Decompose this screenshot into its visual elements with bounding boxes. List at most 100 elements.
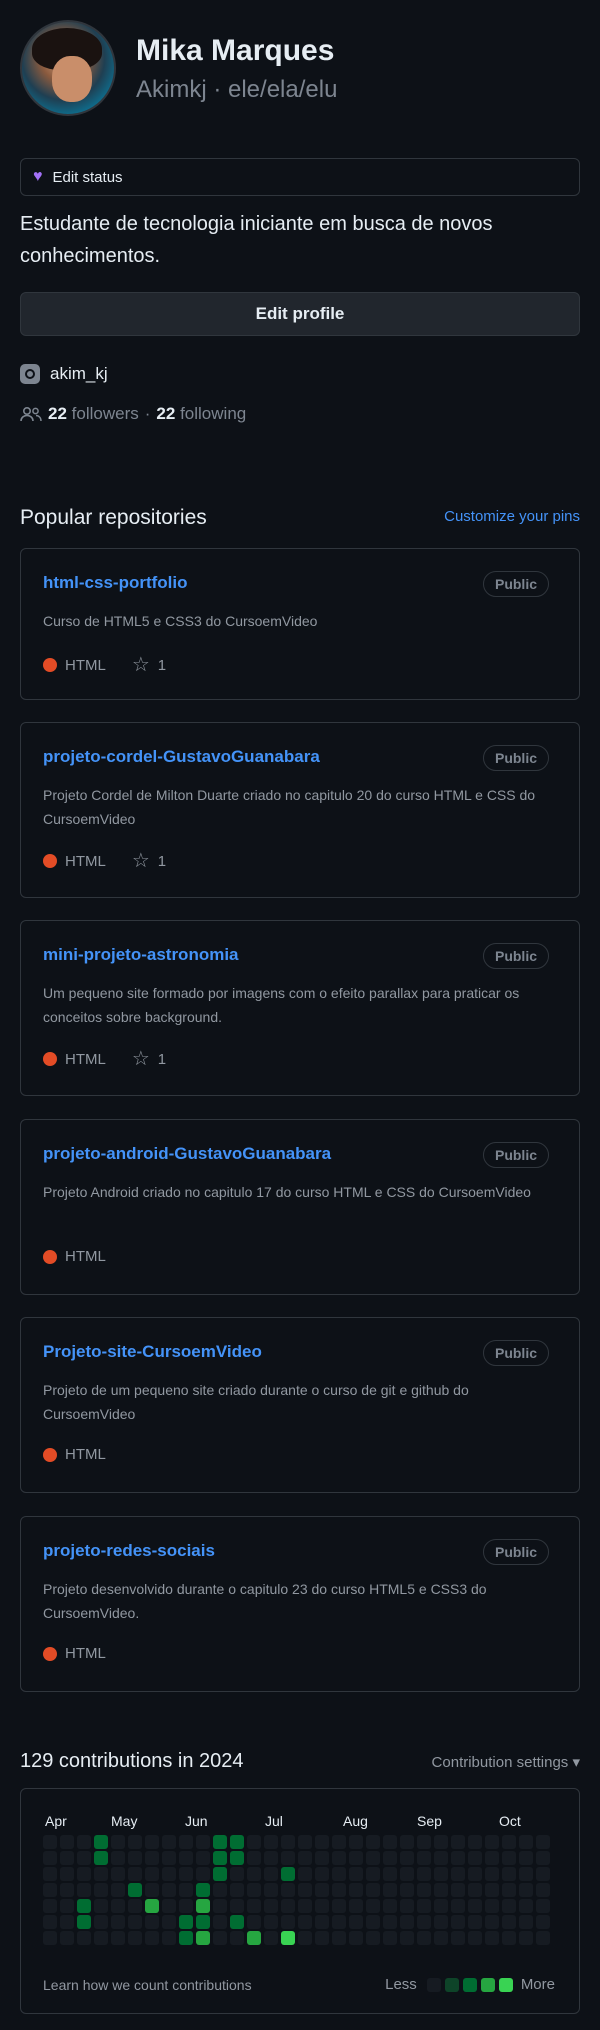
contribution-day[interactable]: [128, 1915, 142, 1929]
contribution-day[interactable]: [519, 1915, 533, 1929]
contribution-day[interactable]: [383, 1867, 397, 1881]
contribution-day[interactable]: [213, 1883, 227, 1897]
contribution-day[interactable]: [502, 1931, 516, 1945]
contribution-day[interactable]: [332, 1835, 346, 1849]
contribution-day[interactable]: [536, 1931, 550, 1945]
contribution-day[interactable]: [366, 1835, 380, 1849]
contribution-day[interactable]: [213, 1851, 227, 1865]
contribution-day[interactable]: [485, 1883, 499, 1897]
contribution-day[interactable]: [366, 1899, 380, 1913]
contribution-day[interactable]: [111, 1899, 125, 1913]
contribution-day[interactable]: [417, 1915, 431, 1929]
contribution-day[interactable]: [264, 1931, 278, 1945]
contribution-day[interactable]: [502, 1883, 516, 1897]
contribution-day[interactable]: [519, 1883, 533, 1897]
star-icon[interactable]: ☆: [132, 655, 150, 675]
contribution-day[interactable]: [247, 1835, 261, 1849]
contribution-day[interactable]: [315, 1867, 329, 1881]
contribution-day[interactable]: [451, 1931, 465, 1945]
contribution-day[interactable]: [400, 1851, 414, 1865]
contribution-day[interactable]: [519, 1851, 533, 1865]
contribution-day[interactable]: [162, 1899, 176, 1913]
contribution-day[interactable]: [179, 1915, 193, 1929]
contribution-day[interactable]: [434, 1883, 448, 1897]
contribution-day[interactable]: [366, 1851, 380, 1865]
contribution-day[interactable]: [383, 1899, 397, 1913]
contribution-day[interactable]: [468, 1883, 482, 1897]
contribution-day[interactable]: [315, 1851, 329, 1865]
contribution-day[interactable]: [230, 1915, 244, 1929]
contribution-day[interactable]: [247, 1899, 261, 1913]
contribution-day[interactable]: [179, 1899, 193, 1913]
contribution-day[interactable]: [77, 1867, 91, 1881]
contribution-day[interactable]: [417, 1851, 431, 1865]
contribution-day[interactable]: [502, 1915, 516, 1929]
contribution-day[interactable]: [366, 1915, 380, 1929]
contribution-day[interactable]: [332, 1867, 346, 1881]
contribution-day[interactable]: [77, 1899, 91, 1913]
contribution-settings-button[interactable]: Contribution settings ▾: [432, 1753, 580, 1771]
contribution-day[interactable]: [298, 1851, 312, 1865]
contribution-day[interactable]: [485, 1931, 499, 1945]
contribution-day[interactable]: [94, 1899, 108, 1913]
contribution-day[interactable]: [468, 1835, 482, 1849]
contribution-day[interactable]: [77, 1915, 91, 1929]
contribution-day[interactable]: [281, 1915, 295, 1929]
contribution-day[interactable]: [60, 1931, 74, 1945]
contribution-day[interactable]: [247, 1883, 261, 1897]
contribution-day[interactable]: [315, 1915, 329, 1929]
contribution-day[interactable]: [519, 1899, 533, 1913]
contribution-day[interactable]: [536, 1915, 550, 1929]
contribution-day[interactable]: [145, 1931, 159, 1945]
customize-pins-link[interactable]: Customize your pins: [444, 508, 580, 525]
contribution-day[interactable]: [451, 1899, 465, 1913]
contribution-day[interactable]: [349, 1899, 363, 1913]
contribution-day[interactable]: [247, 1931, 261, 1945]
contribution-day[interactable]: [77, 1883, 91, 1897]
contribution-day[interactable]: [196, 1867, 210, 1881]
contribution-day[interactable]: [213, 1867, 227, 1881]
contribution-day[interactable]: [332, 1883, 346, 1897]
contribution-day[interactable]: [485, 1867, 499, 1881]
contribution-day[interactable]: [281, 1899, 295, 1913]
contribution-day[interactable]: [366, 1883, 380, 1897]
contribution-day[interactable]: [60, 1851, 74, 1865]
avatar[interactable]: [20, 20, 116, 116]
contribution-day[interactable]: [77, 1851, 91, 1865]
contribution-day[interactable]: [366, 1867, 380, 1881]
contribution-day[interactable]: [417, 1867, 431, 1881]
contribution-day[interactable]: [179, 1851, 193, 1865]
contribution-day[interactable]: [366, 1931, 380, 1945]
contribution-day[interactable]: [196, 1931, 210, 1945]
contribution-day[interactable]: [43, 1931, 57, 1945]
contribution-day[interactable]: [264, 1915, 278, 1929]
contribution-day[interactable]: [468, 1899, 482, 1913]
contribution-day[interactable]: [383, 1835, 397, 1849]
contribution-day[interactable]: [400, 1915, 414, 1929]
contribution-day[interactable]: [332, 1899, 346, 1913]
contribution-day[interactable]: [434, 1931, 448, 1945]
contribution-day[interactable]: [349, 1915, 363, 1929]
repo-name-link[interactable]: projeto-cordel-GustavoGuanabara: [43, 747, 320, 767]
contribution-day[interactable]: [417, 1931, 431, 1945]
contribution-day[interactable]: [162, 1915, 176, 1929]
contribution-day[interactable]: [281, 1931, 295, 1945]
repo-stars[interactable]: 1: [158, 657, 166, 674]
contribution-day[interactable]: [502, 1899, 516, 1913]
repo-name-link[interactable]: projeto-android-GustavoGuanabara: [43, 1144, 331, 1164]
contribution-day[interactable]: [111, 1931, 125, 1945]
contribution-day[interactable]: [315, 1931, 329, 1945]
contribution-day[interactable]: [162, 1867, 176, 1881]
contribution-day[interactable]: [451, 1883, 465, 1897]
contribution-day[interactable]: [315, 1899, 329, 1913]
contribution-day[interactable]: [128, 1899, 142, 1913]
contribution-day[interactable]: [230, 1835, 244, 1849]
contribution-day[interactable]: [230, 1899, 244, 1913]
contribution-day[interactable]: [349, 1867, 363, 1881]
contribution-day[interactable]: [536, 1899, 550, 1913]
contribution-day[interactable]: [128, 1931, 142, 1945]
repo-name-link[interactable]: html-css-portfolio: [43, 573, 188, 593]
contribution-day[interactable]: [298, 1931, 312, 1945]
contribution-day[interactable]: [247, 1867, 261, 1881]
contribution-day[interactable]: [298, 1867, 312, 1881]
